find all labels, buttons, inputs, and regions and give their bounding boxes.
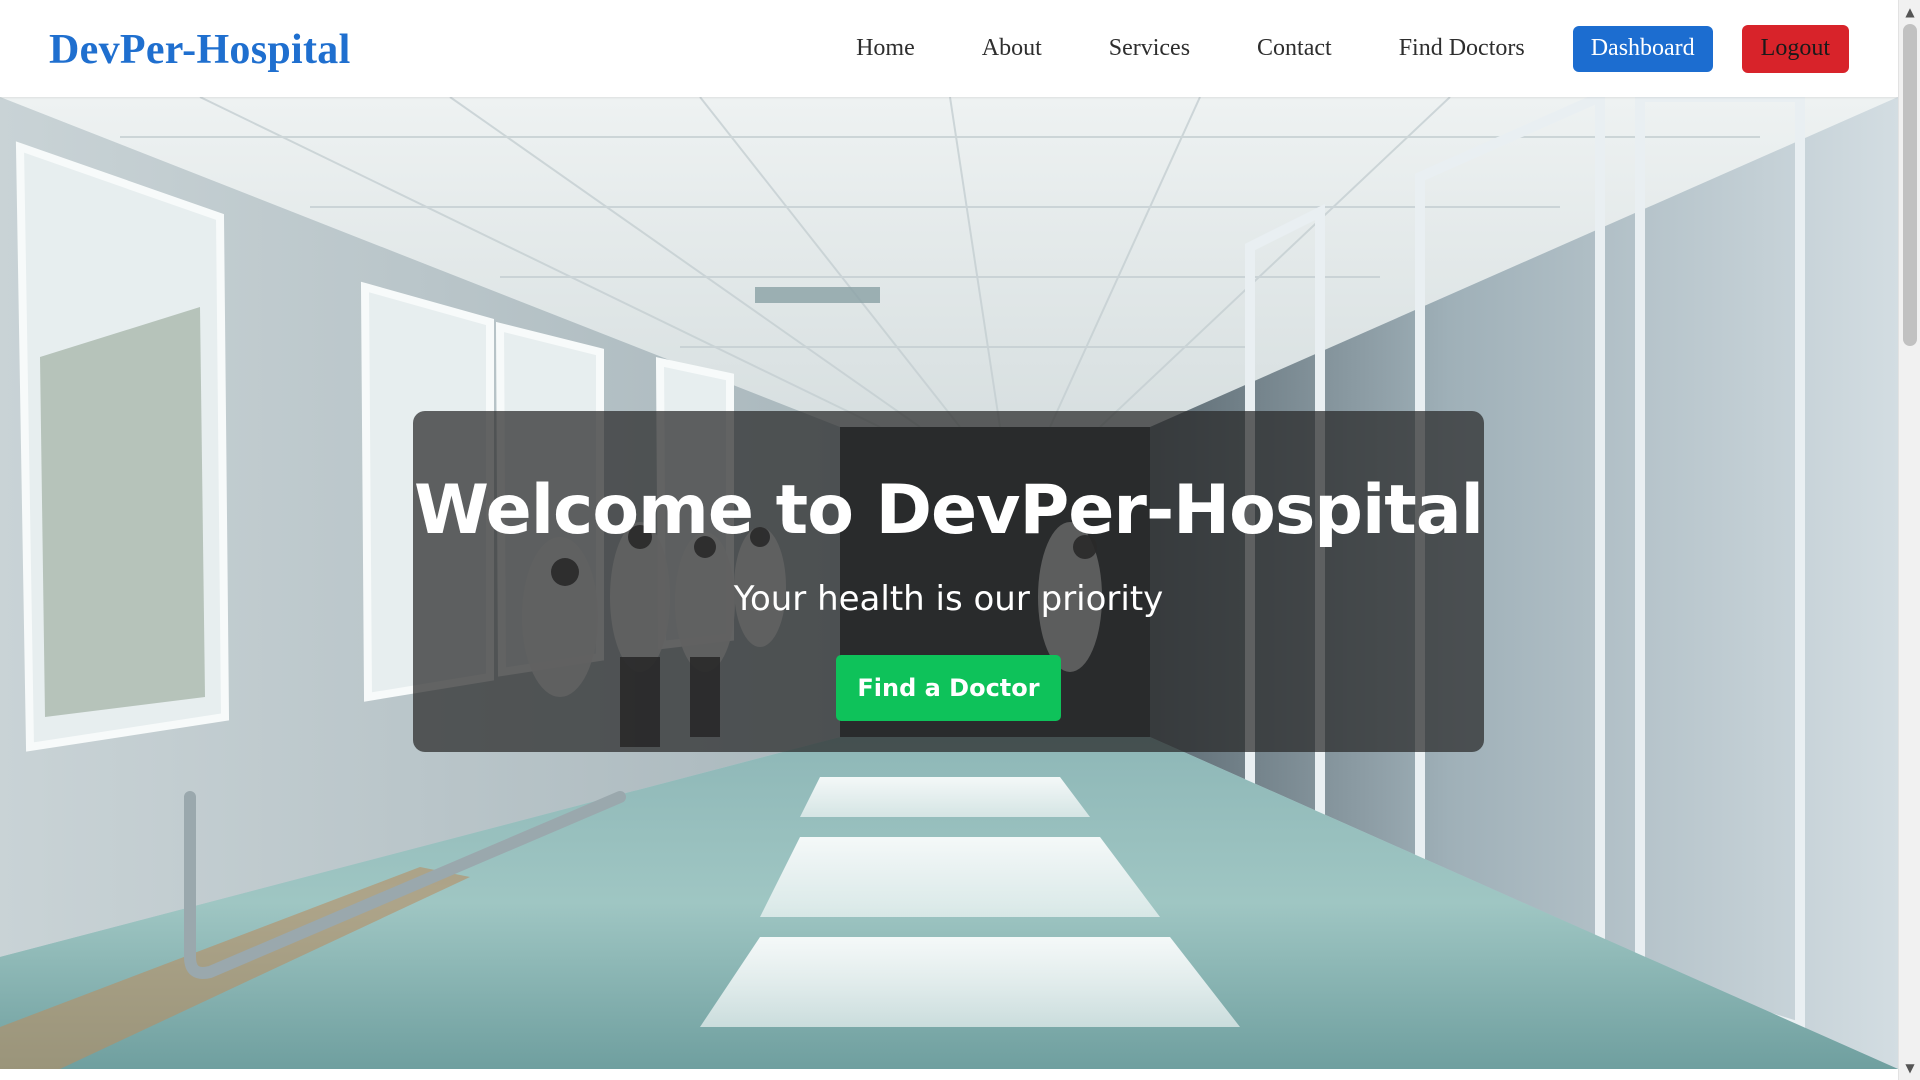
nav-link-home[interactable]: Home bbox=[856, 35, 915, 62]
nav-link-about[interactable]: About bbox=[982, 35, 1042, 62]
site-brand[interactable]: DevPer-Hospital bbox=[49, 26, 351, 74]
nav-links: Home About Services Contact Find Doctors… bbox=[856, 24, 1849, 73]
find-a-doctor-button[interactable]: Find a Doctor bbox=[836, 655, 1061, 721]
hero-title: Welcome to DevPer-Hospital bbox=[414, 471, 1484, 550]
chevron-down-icon[interactable]: ▼ bbox=[1899, 1058, 1920, 1078]
chevron-up-icon[interactable]: ▲ bbox=[1899, 2, 1920, 22]
vertical-scrollbar[interactable]: ▲ ▼ bbox=[1898, 0, 1920, 1080]
page-bottom-edge bbox=[0, 1069, 1898, 1080]
nav-link-services[interactable]: Services bbox=[1109, 35, 1190, 62]
dashboard-button[interactable]: Dashboard bbox=[1572, 25, 1713, 72]
scrollbar-thumb[interactable] bbox=[1903, 24, 1917, 346]
hero-overlay-card: Welcome to DevPer-Hospital Your health i… bbox=[413, 411, 1484, 752]
hero-subtitle: Your health is our priority bbox=[733, 579, 1164, 619]
hero-section: Welcome to DevPer-Hospital Your health i… bbox=[0, 97, 1898, 1069]
logout-button[interactable]: Logout bbox=[1741, 24, 1849, 73]
nav-link-find-doctors[interactable]: Find Doctors bbox=[1399, 35, 1525, 62]
navbar: DevPer-Hospital Home About Services Cont… bbox=[0, 0, 1898, 97]
nav-link-contact[interactable]: Contact bbox=[1257, 35, 1332, 62]
